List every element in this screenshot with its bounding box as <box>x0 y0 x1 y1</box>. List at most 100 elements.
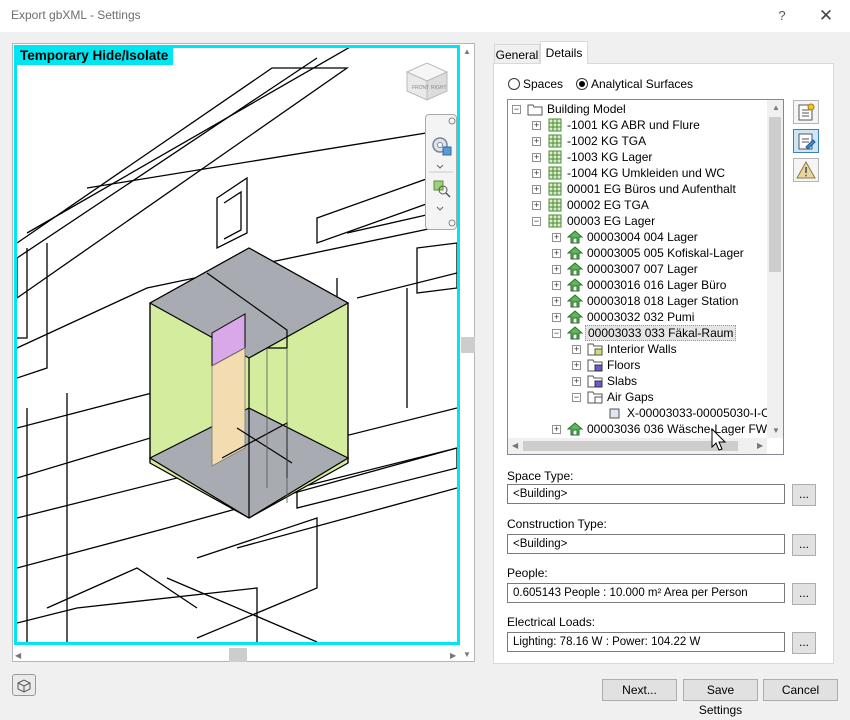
tree-item[interactable]: + Interior Walls <box>572 341 768 357</box>
surface-icon <box>607 406 623 420</box>
tree-item[interactable]: X-00003033-00005030-I-O-60 <box>592 405 783 421</box>
viewport-vscroll-thumb[interactable] <box>461 337 475 353</box>
model-tree[interactable]: − Building Model + -1001 KG ABR und Flure + -… <box>507 99 784 455</box>
expand-icon[interactable]: + <box>532 201 541 210</box>
warning-icon <box>796 160 816 179</box>
tree-vscroll-thumb[interactable] <box>769 117 781 272</box>
expand-icon[interactable]: + <box>552 297 561 306</box>
spaces-radio-label: Spaces <box>523 77 564 91</box>
people-browse-button[interactable]: ... <box>792 583 816 605</box>
expand-icon[interactable]: + <box>532 185 541 194</box>
expand-icon[interactable]: + <box>552 313 561 322</box>
electrical-loads-field[interactable]: Lighting: 78.16 W : Power: 104.22 W <box>507 632 785 652</box>
save-settings-button[interactable]: Save Settings <box>683 679 758 717</box>
viewport-scroll-up[interactable]: ▲ <box>463 47 471 56</box>
tree-item[interactable]: + -1001 KG ABR und Flure <box>532 117 768 133</box>
level-icon <box>547 166 563 180</box>
tree-item[interactable]: +00003036 036 Wäsche-Lager FW <box>552 421 768 437</box>
tree-item-label: 00003032 032 Pumi <box>587 310 695 324</box>
viewport-scroll-down[interactable]: ▼ <box>463 650 471 659</box>
tree-item[interactable]: +00002 EG TGA <box>532 197 768 213</box>
tab-general[interactable]: General <box>494 44 540 64</box>
tree-item-label: Floors <box>607 358 641 372</box>
tree-item[interactable]: +00003005 005 Kofiskal-Lager <box>552 245 768 261</box>
expand-icon[interactable]: + <box>532 153 541 162</box>
zoom-region-icon[interactable] <box>433 180 451 198</box>
tree-item[interactable]: +00003018 018 Lager Station <box>552 293 768 309</box>
tree-item-label: 00003007 007 Lager <box>587 262 698 276</box>
tree-item-label: 00001 EG Büros und Aufenthalt <box>567 182 736 196</box>
viewport-hscroll-thumb[interactable] <box>229 648 247 662</box>
tree-scroll-down[interactable]: ▼ <box>772 426 780 435</box>
view-toggle-button[interactable] <box>12 674 36 696</box>
construction-type-field[interactable]: <Building> <box>507 534 785 554</box>
expand-icon[interactable]: + <box>552 281 561 290</box>
add-surface-button[interactable] <box>793 100 819 124</box>
tree-item[interactable]: + Floors <box>572 357 768 373</box>
viewcube-right-label: RIGHT <box>431 85 447 91</box>
expand-icon[interactable]: + <box>552 265 561 274</box>
space-type-field[interactable]: <Building> <box>507 484 785 504</box>
collapse-icon[interactable]: − <box>512 105 521 114</box>
tree-hscroll-thumb[interactable] <box>523 441 738 451</box>
tree-item[interactable]: − Building Model <box>512 101 768 117</box>
temporary-hide-isolate-label: Temporary Hide/Isolate <box>16 47 174 65</box>
construction-type-browse-button[interactable]: ... <box>792 534 816 556</box>
tree-item[interactable]: +00003032 032 Pumi <box>552 309 768 325</box>
tree-item[interactable]: + -1004 KG Umkleiden und WC <box>532 165 768 181</box>
tree-item-label: Air Gaps <box>607 390 654 404</box>
tree-item[interactable]: − Air Gaps <box>572 389 768 405</box>
tree-scroll-up[interactable]: ▲ <box>772 103 780 112</box>
expand-icon[interactable]: + <box>572 345 581 354</box>
expand-icon[interactable]: + <box>552 233 561 242</box>
viewcube-icon[interactable]: FRONT RIGHT <box>403 60 451 102</box>
expand-icon[interactable]: + <box>572 361 581 370</box>
expand-icon[interactable]: + <box>552 425 561 434</box>
tree-item-label: -1002 KG TGA <box>567 134 647 148</box>
expand-icon[interactable]: + <box>572 377 581 386</box>
edit-surface-button[interactable] <box>793 129 819 153</box>
collapse-icon[interactable]: − <box>532 217 541 226</box>
viewport-scroll-left[interactable]: ◀ <box>15 651 21 660</box>
steering-wheel-icon[interactable] <box>432 137 452 156</box>
category-icon-green <box>587 342 603 356</box>
tree-item[interactable]: − 00003033 033 Fäkal-Raum <box>552 325 768 341</box>
viewport-scroll-right[interactable]: ▶ <box>450 651 456 660</box>
space-icon <box>566 310 584 324</box>
cancel-button[interactable]: Cancel <box>763 679 838 701</box>
tree-item[interactable]: +00003004 004 Lager <box>552 229 768 245</box>
people-field[interactable]: 0.605143 People : 10.000 m² Area per Per… <box>507 583 785 603</box>
tree-item[interactable]: + Slabs <box>572 373 768 389</box>
tab-details[interactable]: Details <box>540 41 588 64</box>
tree-item[interactable]: + -1003 KG Lager <box>532 149 768 165</box>
analytical-surfaces-radio[interactable] <box>576 78 588 90</box>
collapse-icon[interactable]: − <box>552 329 561 338</box>
space-icon <box>566 326 584 340</box>
viewcube-front-label: FRONT <box>412 85 429 91</box>
expand-icon[interactable]: + <box>552 249 561 258</box>
space-type-browse-button[interactable]: ... <box>792 484 816 506</box>
expand-icon[interactable]: + <box>532 137 541 146</box>
expand-icon[interactable]: + <box>532 121 541 130</box>
tree-item-label: Interior Walls <box>607 342 677 356</box>
tree-item[interactable]: +00001 EG Büros und Aufenthalt <box>532 181 768 197</box>
spaces-radio[interactable] <box>508 78 520 90</box>
close-button[interactable]: ✕ <box>812 4 840 28</box>
tree-scroll-right[interactable]: ▶ <box>757 441 763 450</box>
warnings-button[interactable] <box>793 158 819 182</box>
tree-item[interactable]: + -1002 KG TGA <box>532 133 768 149</box>
electrical-loads-browse-button[interactable]: ... <box>792 632 816 654</box>
cube-view-icon <box>17 679 31 693</box>
3d-viewport[interactable] <box>14 45 460 645</box>
tree-item[interactable]: +00003016 016 Lager Büro <box>552 277 768 293</box>
level-icon <box>547 214 563 228</box>
tree-item[interactable]: − 00003 EG Lager <box>532 213 768 229</box>
help-button[interactable]: ? <box>770 4 794 28</box>
tree-item[interactable]: +00003007 007 Lager <box>552 261 768 277</box>
tree-item-label: Slabs <box>607 374 638 388</box>
collapse-icon[interactable]: − <box>572 393 581 402</box>
next-button[interactable]: Next... <box>602 679 677 701</box>
tree-scroll-left[interactable]: ◀ <box>512 441 518 450</box>
tree-item-label: -1001 KG ABR und Flure <box>567 118 700 132</box>
expand-icon[interactable]: + <box>532 169 541 178</box>
